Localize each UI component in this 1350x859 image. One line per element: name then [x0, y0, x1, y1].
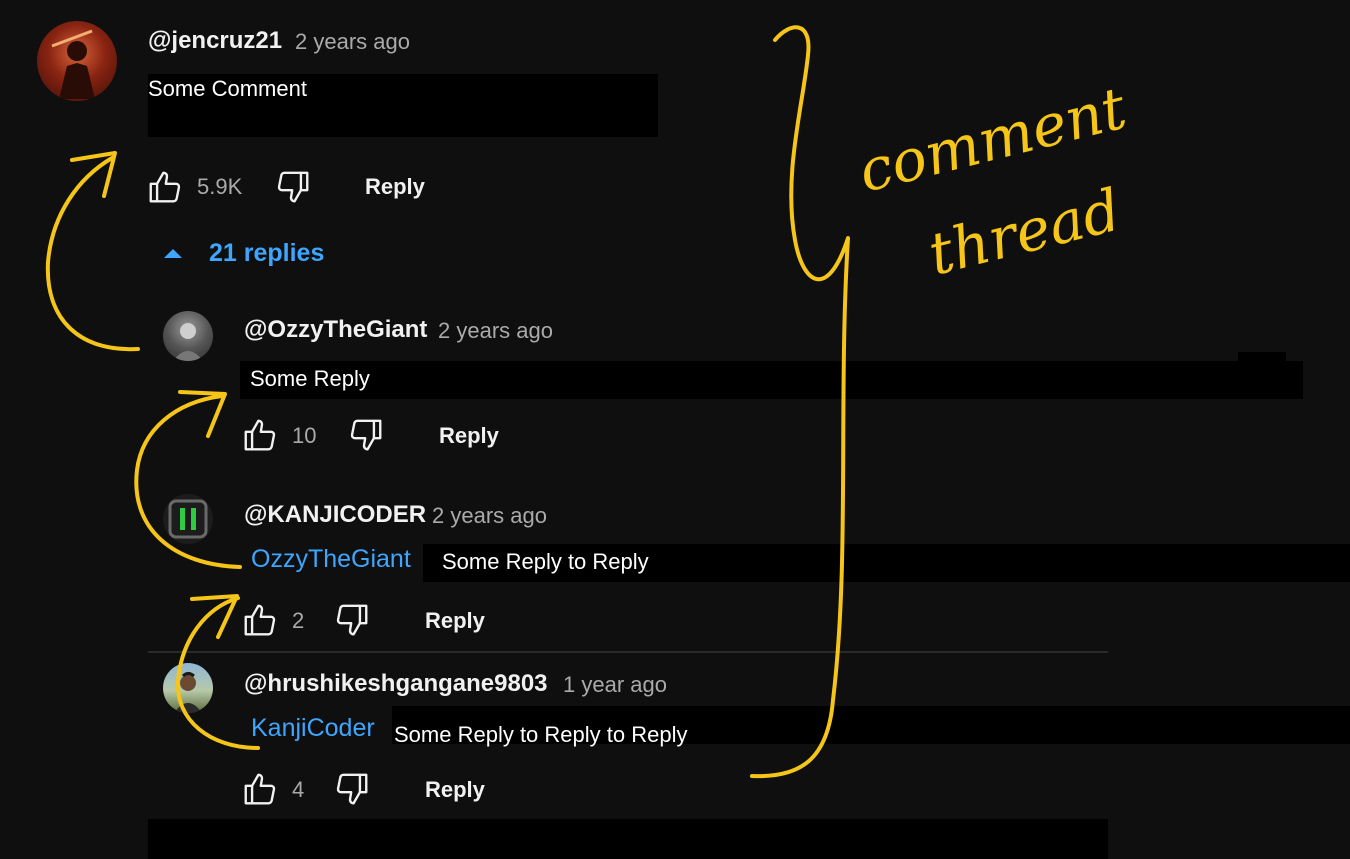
- reply-timestamp[interactable]: 2 years ago: [432, 503, 547, 529]
- like-count: 2: [292, 608, 305, 633]
- like-count: 10: [292, 423, 317, 448]
- redaction-block: [240, 361, 1303, 399]
- replies-toggle[interactable]: 21 replies: [209, 239, 324, 268]
- dislike-button[interactable]: [347, 416, 385, 459]
- redaction-block: [1238, 352, 1286, 362]
- like-count: 4: [292, 777, 305, 802]
- avatar-hrushikeshgangane[interactable]: [163, 663, 213, 713]
- redaction-block: [148, 819, 1108, 859]
- reply-author-handle[interactable]: @hrushikeshgangane9803: [244, 670, 548, 698]
- annotation-text: comment: [852, 74, 1133, 206]
- like-button[interactable]: [146, 168, 184, 211]
- thumbs-up-icon: [244, 419, 276, 451]
- reply-author-handle[interactable]: @OzzyTheGiant: [244, 316, 427, 344]
- reply-button[interactable]: Reply: [425, 777, 485, 803]
- reply-text: Some Reply to Reply: [442, 549, 649, 574]
- like-button[interactable]: [241, 601, 279, 644]
- thumbs-down-icon: [336, 604, 368, 636]
- avatar-kanjicoder[interactable]: [163, 494, 213, 544]
- reply-button[interactable]: Reply: [365, 174, 425, 200]
- reply-button[interactable]: Reply: [425, 608, 485, 634]
- annotation-text: thread: [922, 176, 1127, 289]
- reply-timestamp[interactable]: 1 year ago: [563, 672, 667, 698]
- thumbs-down-icon: [277, 171, 309, 203]
- curly-brace-annotation: [750, 25, 850, 779]
- reply-author-handle[interactable]: @KANJICODER: [244, 501, 426, 529]
- reply-button[interactable]: Reply: [439, 423, 499, 449]
- avatar-jencruz21[interactable]: [37, 21, 117, 101]
- dislike-button[interactable]: [274, 168, 312, 211]
- reply-text: Some Reply to Reply to Reply: [394, 722, 688, 747]
- like-button[interactable]: [241, 770, 279, 813]
- arrow-annotation: [45, 156, 140, 352]
- thumbs-down-icon: [336, 773, 368, 805]
- dislike-button[interactable]: [333, 770, 371, 813]
- dislike-button[interactable]: [333, 601, 371, 644]
- thumbs-up-icon: [149, 171, 181, 203]
- comment-timestamp[interactable]: 2 years ago: [295, 29, 410, 55]
- avatar-ozzythegiant[interactable]: [163, 311, 213, 361]
- thumbs-down-icon: [350, 419, 382, 451]
- comment-text: Some Comment: [148, 76, 307, 101]
- thumbs-up-icon: [244, 773, 276, 805]
- reply-timestamp[interactable]: 2 years ago: [438, 318, 553, 344]
- comment-author-handle[interactable]: @jencruz21: [148, 27, 282, 55]
- mention-link[interactable]: KanjiCoder: [251, 714, 375, 743]
- caret-up-icon[interactable]: [162, 246, 184, 265]
- like-button[interactable]: [241, 416, 279, 459]
- reply-text: Some Reply: [250, 366, 370, 391]
- divider: [148, 651, 1108, 653]
- like-count: 5.9K: [197, 174, 243, 199]
- thumbs-up-icon: [244, 604, 276, 636]
- mention-link[interactable]: OzzyTheGiant: [251, 545, 411, 574]
